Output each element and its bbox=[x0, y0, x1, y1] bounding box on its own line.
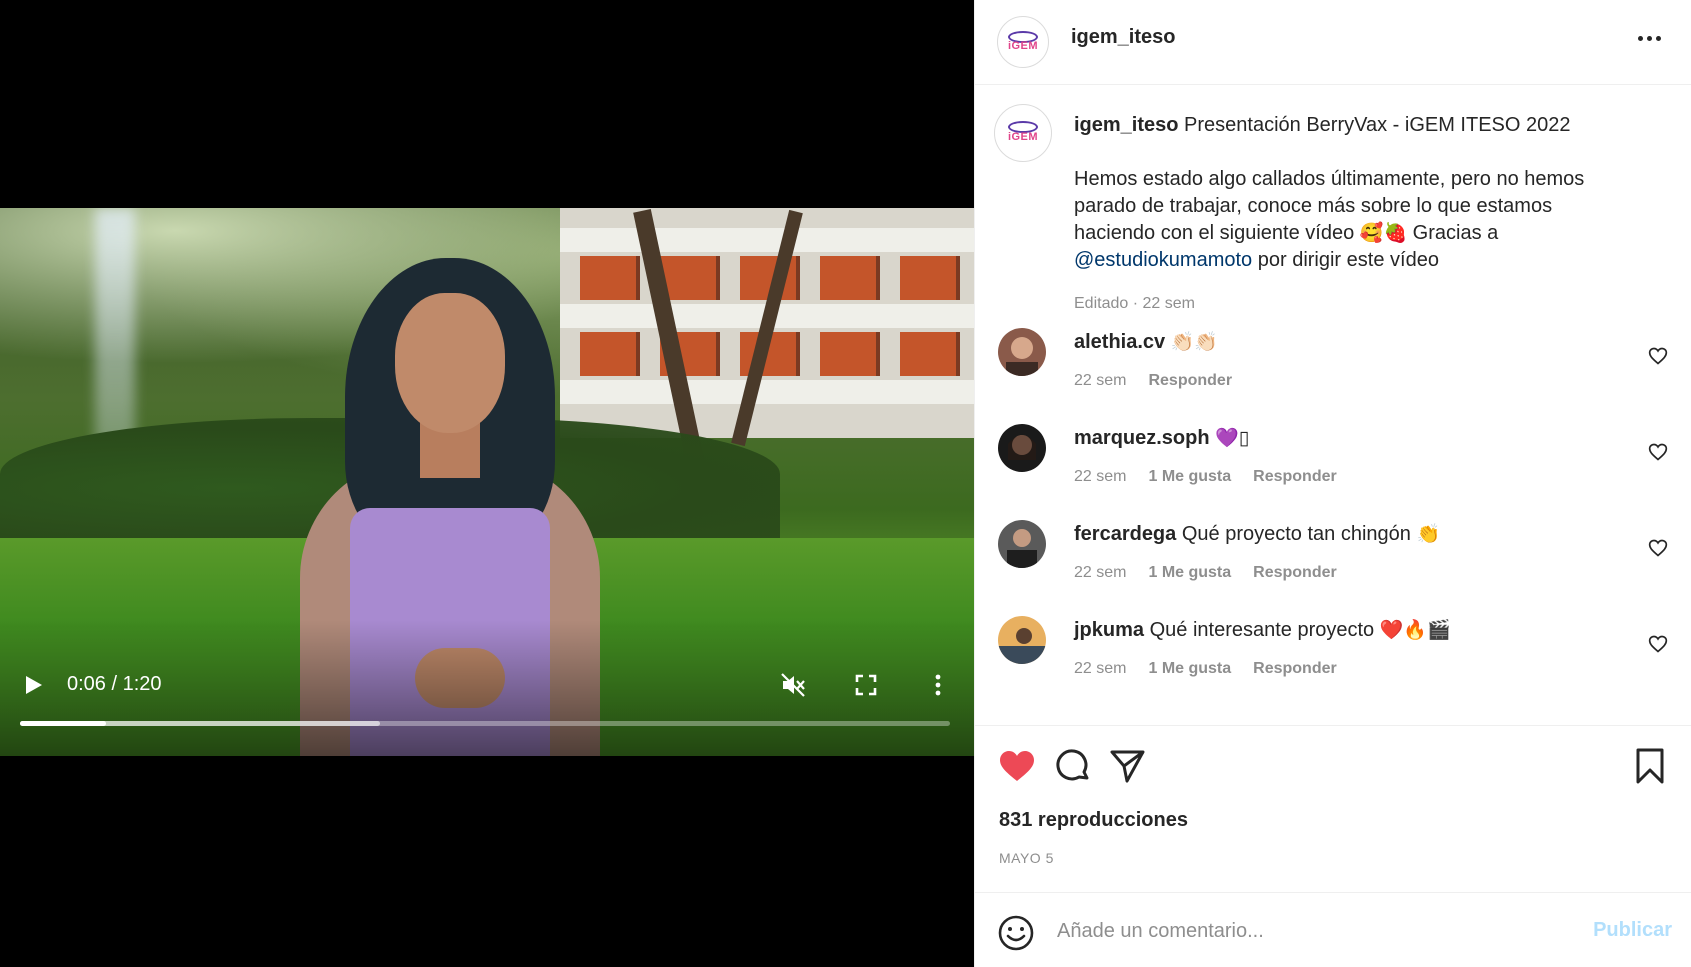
video-person-face bbox=[395, 293, 505, 433]
comment-meta: 22 sem 1 Me gusta Responder bbox=[1074, 468, 1337, 486]
comment-meta: 22 sem 1 Me gusta Responder bbox=[1074, 564, 1337, 582]
comment-meta: 22 sem 1 Me gusta Responder bbox=[1074, 660, 1337, 678]
comment-time: 22 sem bbox=[1074, 660, 1127, 677]
commenter-avatar[interactable] bbox=[998, 328, 1046, 376]
comment-item: jpkuma Qué interesante proyecto ❤️🔥🎬 22 … bbox=[975, 616, 1691, 706]
comment-time: 22 sem bbox=[1074, 468, 1127, 485]
comment-username[interactable]: fercardega bbox=[1074, 523, 1176, 545]
post-date: MAYO 5 bbox=[999, 850, 1054, 866]
add-comment-bar: Publicar bbox=[975, 892, 1691, 967]
comment-meta: 22 sem Responder bbox=[1074, 372, 1232, 390]
fullscreen-icon[interactable] bbox=[853, 672, 879, 698]
comment-text: marquez.soph 💜▯ bbox=[1074, 427, 1634, 450]
comment-likes[interactable]: 1 Me gusta bbox=[1148, 660, 1231, 678]
comment-emoji: 👏🏻👏🏻 bbox=[1170, 332, 1219, 353]
caption-mention-link[interactable]: @estudiokumamoto bbox=[1074, 249, 1252, 271]
comment-likes[interactable]: 1 Me gusta bbox=[1148, 564, 1231, 582]
save-bookmark-icon[interactable] bbox=[1630, 746, 1670, 786]
caption-thanks: Gracias a bbox=[1412, 222, 1499, 244]
reply-button[interactable]: Responder bbox=[1253, 564, 1337, 582]
comment-text: jpkuma Qué interesante proyecto ❤️🔥🎬 bbox=[1074, 619, 1451, 641]
comment-emoji: ❤️🔥🎬 bbox=[1379, 620, 1451, 641]
post-sidebar: iGEM igem_iteso iGEM igem_iteso Presenta… bbox=[974, 0, 1691, 967]
video-options-icon[interactable] bbox=[925, 672, 951, 698]
caption-meta: Editado · 22 sem bbox=[1074, 295, 1195, 312]
author-avatar[interactable]: iGEM bbox=[997, 16, 1049, 68]
caption-avatar-logo-text: iGEM bbox=[1007, 131, 1039, 143]
comment-username[interactable]: jpkuma bbox=[1074, 619, 1144, 641]
comment-username[interactable]: marquez.soph bbox=[1074, 427, 1210, 449]
comment-like-heart-icon[interactable] bbox=[1648, 634, 1668, 654]
commenter-avatar[interactable] bbox=[998, 616, 1046, 664]
reply-button[interactable]: Responder bbox=[1253, 660, 1337, 678]
post-page: 0:06 / 1:20 iGEM igem_iteso iGEM igem_it… bbox=[0, 0, 1691, 967]
caption-text: igem_iteso Presentación BerryVax - iGEM … bbox=[1074, 112, 1634, 317]
comment-time: 22 sem bbox=[1074, 564, 1127, 581]
author-username[interactable]: igem_iteso bbox=[1071, 26, 1175, 49]
comment-username[interactable]: alethia.cv bbox=[1074, 331, 1165, 353]
like-heart-icon[interactable] bbox=[997, 746, 1037, 786]
caption-author-avatar[interactable]: iGEM bbox=[994, 104, 1052, 162]
video-progress-bar[interactable] bbox=[20, 721, 950, 726]
comment-likes[interactable]: 1 Me gusta bbox=[1148, 468, 1231, 486]
comment-like-heart-icon[interactable] bbox=[1648, 442, 1668, 462]
caption-emoji: 🥰🍓 bbox=[1359, 223, 1408, 244]
reply-button[interactable]: Responder bbox=[1253, 468, 1337, 486]
video-progress-fill bbox=[20, 721, 107, 726]
more-options-icon[interactable] bbox=[1638, 30, 1666, 46]
comment-item: alethia.cv 👏🏻👏🏻 22 sem Responder bbox=[975, 328, 1691, 418]
commenter-avatar[interactable] bbox=[998, 424, 1046, 472]
share-icon[interactable] bbox=[1107, 746, 1147, 786]
mute-icon[interactable] bbox=[780, 672, 806, 698]
comment-item: marquez.soph 💜▯ 22 sem 1 Me gusta Respon… bbox=[975, 424, 1691, 514]
emoji-picker-icon[interactable] bbox=[997, 914, 1035, 952]
comment-emoji: 👏 bbox=[1416, 524, 1441, 545]
comment-like-heart-icon[interactable] bbox=[1648, 538, 1668, 558]
reply-button[interactable]: Responder bbox=[1148, 372, 1232, 390]
publish-button[interactable]: Publicar bbox=[1593, 919, 1672, 942]
post-actions: 831 reproducciones MAYO 5 Publicar bbox=[975, 725, 1691, 967]
comment-like-heart-icon[interactable] bbox=[1648, 346, 1668, 366]
caption-closing: por dirigir este vídeo bbox=[1257, 249, 1439, 271]
video-pane[interactable]: 0:06 / 1:20 bbox=[0, 0, 974, 967]
play-icon[interactable] bbox=[22, 674, 44, 696]
comment-emoji: 💜▯ bbox=[1215, 428, 1250, 449]
caption-username[interactable]: igem_iteso bbox=[1074, 114, 1178, 136]
comment-icon[interactable] bbox=[1053, 746, 1093, 786]
video-time-display: 0:06 / 1:20 bbox=[67, 673, 162, 695]
comment-text: fercardega Qué proyecto tan chingón 👏 bbox=[1074, 523, 1441, 545]
comment-time: 22 sem bbox=[1074, 372, 1127, 389]
comment-input[interactable] bbox=[1057, 911, 1577, 951]
view-count[interactable]: 831 reproducciones bbox=[999, 809, 1188, 832]
caption-paragraph: Hemos estado algo callados últimamente, … bbox=[1074, 168, 1585, 244]
author-avatar-logo-text: iGEM bbox=[1007, 40, 1039, 52]
commenter-avatar[interactable] bbox=[998, 520, 1046, 568]
comment-text: alethia.cv 👏🏻👏🏻 bbox=[1074, 331, 1634, 354]
post-header: iGEM igem_iteso bbox=[975, 0, 1691, 85]
comment-item: fercardega Qué proyecto tan chingón 👏 22… bbox=[975, 520, 1691, 610]
caption-title: Presentación BerryVax - iGEM ITESO 2022 bbox=[1184, 114, 1571, 136]
